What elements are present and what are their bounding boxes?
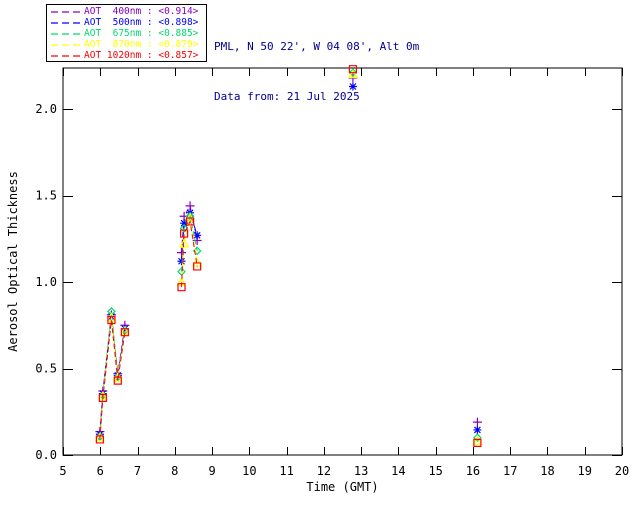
y-tick-label: 2.0 bbox=[35, 102, 57, 116]
y-axis-title: Aerosol Optical Thickness bbox=[6, 171, 20, 352]
x-tick-label: 10 bbox=[242, 464, 256, 478]
x-tick-label: 7 bbox=[134, 464, 141, 478]
x-tick-label: 14 bbox=[391, 464, 405, 478]
x-tick-label: 6 bbox=[97, 464, 104, 478]
x-tick-label: 12 bbox=[317, 464, 331, 478]
x-tick-label: 16 bbox=[466, 464, 480, 478]
data-marker-aot-400nm bbox=[177, 248, 187, 258]
x-tick-label: 18 bbox=[540, 464, 554, 478]
x-tick-label: 9 bbox=[208, 464, 215, 478]
plot-header: PML, N 50 22', W 04 08', Alt 0m Data fro… bbox=[214, 6, 419, 138]
legend-entry-label: AOT 500nm : <0.898> bbox=[84, 17, 199, 28]
x-tick-label: 11 bbox=[279, 464, 293, 478]
x-tick-label: 19 bbox=[578, 464, 592, 478]
legend-entry-500nm: AOT 500nm : <0.898> bbox=[47, 17, 206, 28]
legend-box: AOT 400nm : <0.914> AOT 500nm : <0.898> AO… bbox=[46, 4, 207, 62]
data-date-subtitle: Data from: 21 Jul 2025 bbox=[214, 89, 360, 103]
aot-plot-window: PML, N 50 22', W 04 08', Alt 0m Data fro… bbox=[0, 0, 640, 512]
data-marker-aot-500nm bbox=[177, 257, 186, 266]
y-tick-label: 0.0 bbox=[35, 448, 57, 462]
y-tick-label: 0.5 bbox=[35, 362, 57, 376]
legend-entry-675nm: AOT 675nm : <0.885> bbox=[47, 28, 206, 39]
x-tick-label: 5 bbox=[59, 464, 66, 478]
legend-dash-line bbox=[51, 32, 83, 35]
legend-dash-line bbox=[51, 54, 83, 57]
legend-dash-line bbox=[51, 10, 83, 13]
legend-entry-label: AOT 870nm : <0.879> bbox=[84, 39, 199, 50]
legend-dash-line bbox=[51, 43, 83, 46]
legend-entry-400nm: AOT 400nm : <0.914> bbox=[47, 6, 206, 17]
legend-entry-label: AOT 675nm : <0.885> bbox=[84, 28, 199, 39]
x-tick-label: 17 bbox=[503, 464, 517, 478]
y-tick-label: 1.5 bbox=[35, 189, 57, 203]
x-tick-label: 15 bbox=[428, 464, 442, 478]
x-tick-label: 20 bbox=[615, 464, 629, 478]
x-tick-label: 8 bbox=[171, 464, 178, 478]
legend-entry-1020nm: AOT 1020nm : <0.857> bbox=[47, 50, 206, 61]
x-tick-label: 13 bbox=[354, 464, 368, 478]
data-marker-aot-400nm bbox=[472, 417, 482, 427]
legend-entry-label: AOT 1020nm : <0.857> bbox=[84, 50, 199, 61]
legend-entry-870nm: AOT 870nm : <0.879> bbox=[47, 39, 206, 50]
x-axis-title: Time (GMT) bbox=[306, 480, 378, 494]
y-tick-label: 1.0 bbox=[35, 275, 57, 289]
data-marker-aot-500nm bbox=[473, 425, 482, 434]
station-location-title: PML, N 50 22', W 04 08', Alt 0m bbox=[214, 40, 420, 53]
legend-entry-label: AOT 400nm : <0.914> bbox=[84, 6, 199, 17]
legend-dash-line bbox=[51, 21, 83, 24]
